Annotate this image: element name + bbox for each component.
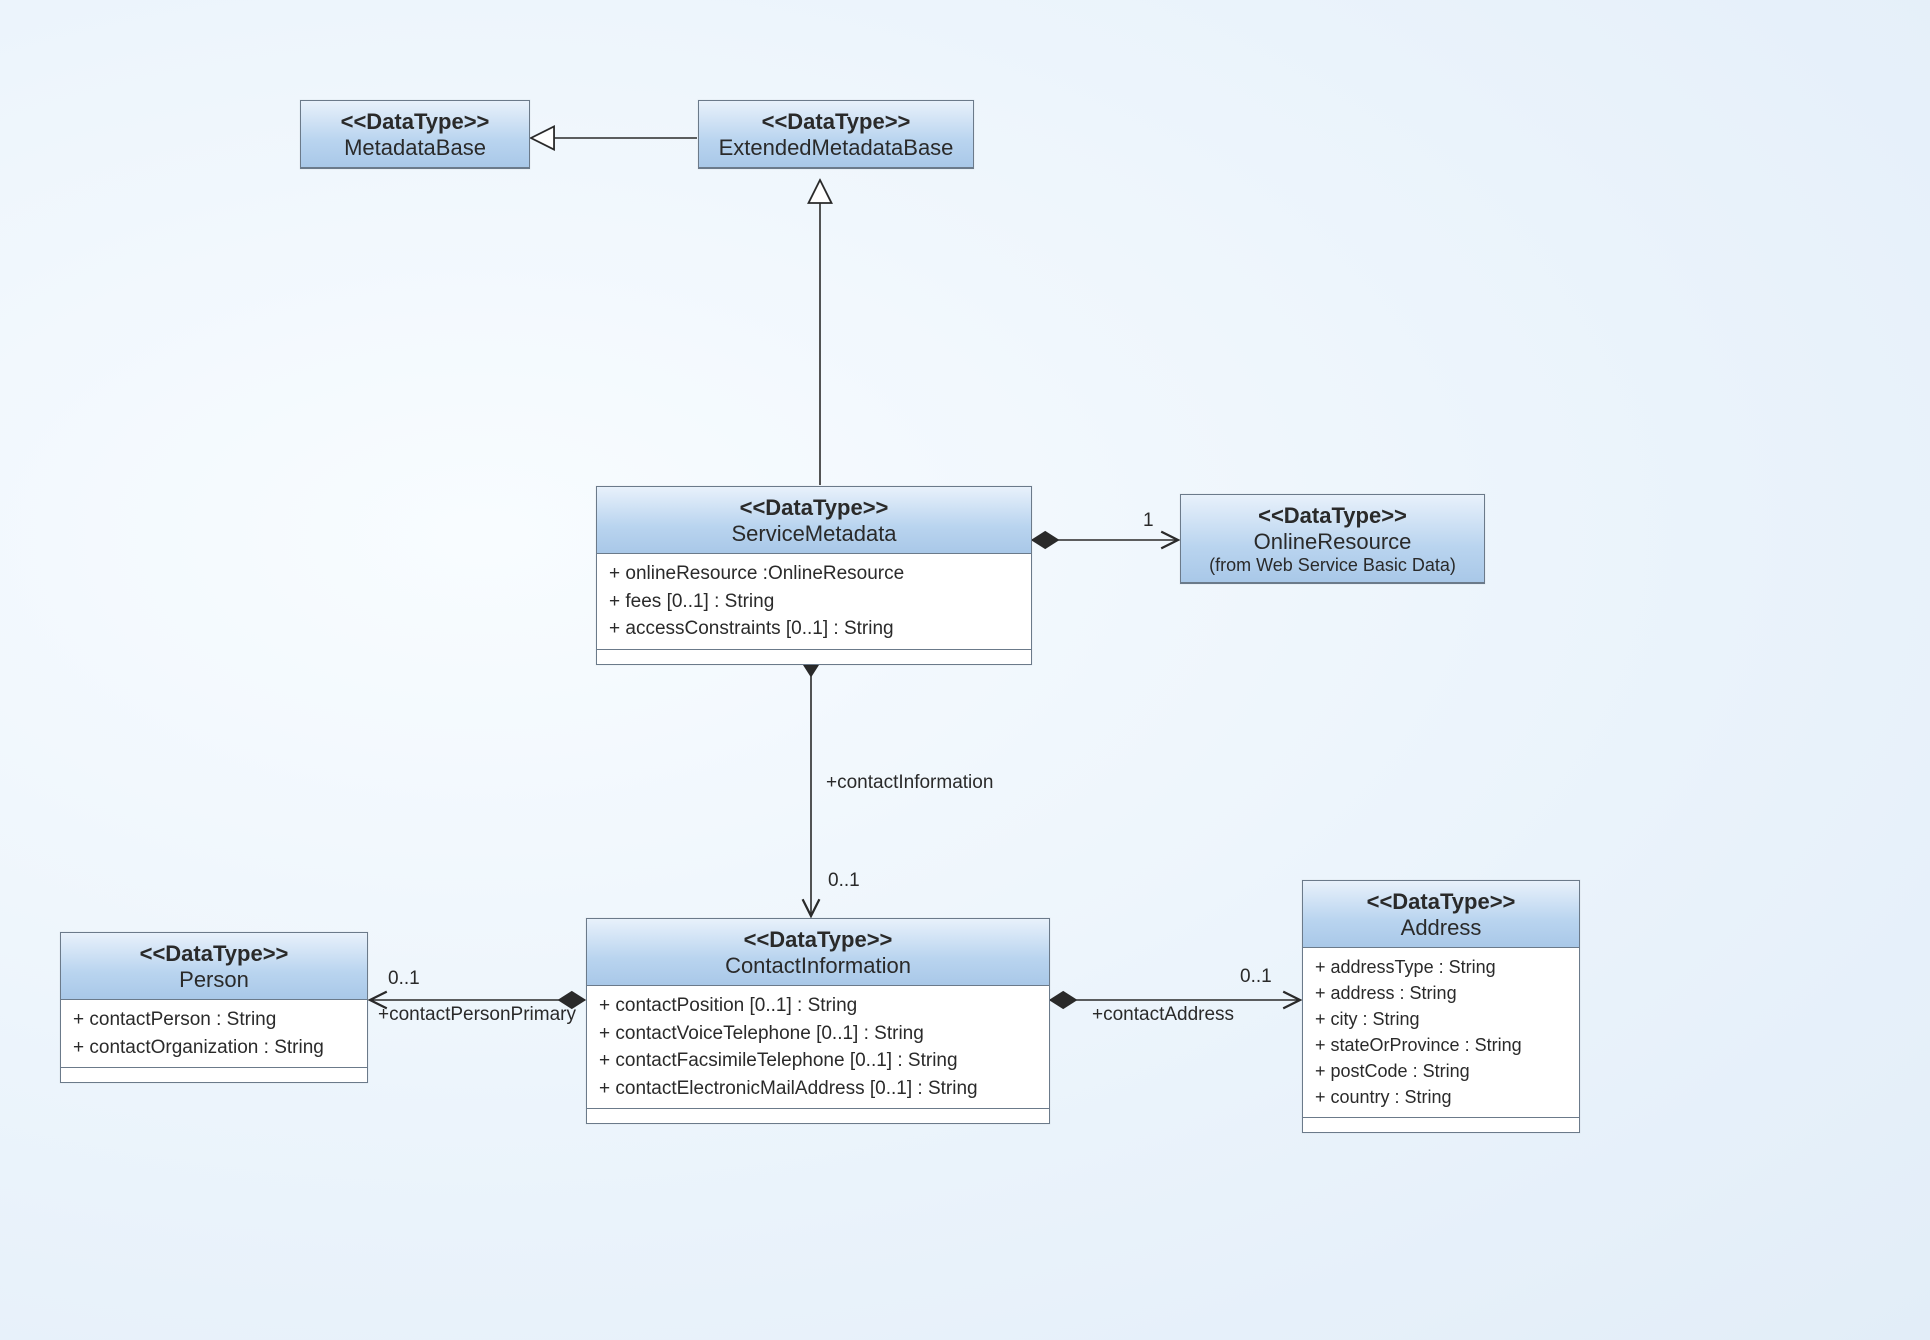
attr: + fees [0..1] : String — [609, 588, 1019, 616]
attr: + stateOrProvince : String — [1315, 1032, 1567, 1058]
class-person: <<DataType>> Person + contactPerson : St… — [60, 932, 368, 1083]
label-person-role: +contactPersonPrimary — [378, 1004, 576, 1026]
attr: + contactPosition [0..1] : String — [599, 992, 1037, 1020]
attr: + postCode : String — [1315, 1058, 1567, 1084]
attr: + contactOrganization : String — [73, 1034, 355, 1062]
stereotype: <<DataType>> — [601, 927, 1035, 953]
attr: + address : String — [1315, 980, 1567, 1006]
attr: + onlineResource :OnlineResource — [609, 560, 1019, 588]
label-address-mult: 0..1 — [1240, 966, 1272, 988]
class-name: OnlineResource — [1195, 529, 1470, 555]
attr: + accessConstraints [0..1] : String — [609, 615, 1019, 643]
class-metadatabase: <<DataType>> MetadataBase — [300, 100, 530, 169]
label-address-role: +contactAddress — [1092, 1004, 1234, 1026]
class-name: ServiceMetadata — [611, 521, 1017, 547]
class-address: <<DataType>> Address + addressType : Str… — [1302, 880, 1580, 1133]
connectors — [0, 0, 1930, 1340]
stereotype: <<DataType>> — [713, 109, 959, 135]
attr: + country : String — [1315, 1084, 1567, 1110]
stereotype: <<DataType>> — [315, 109, 515, 135]
class-extendedmetadatabase: <<DataType>> ExtendedMetadataBase — [698, 100, 974, 169]
class-name: ContactInformation — [601, 953, 1035, 979]
stereotype: <<DataType>> — [611, 495, 1017, 521]
attr: + contactPerson : String — [73, 1006, 355, 1034]
class-name: Person — [75, 967, 353, 993]
attr: + city : String — [1315, 1006, 1567, 1032]
stereotype: <<DataType>> — [75, 941, 353, 967]
class-name: MetadataBase — [315, 135, 515, 161]
attr: + addressType : String — [1315, 954, 1567, 980]
class-servicemetadata: <<DataType>> ServiceMetadata + onlineRes… — [596, 486, 1032, 665]
attr: + contactVoiceTelephone [0..1] : String — [599, 1020, 1037, 1048]
stereotype: <<DataType>> — [1317, 889, 1565, 915]
class-contactinformation: <<DataType>> ContactInformation + contac… — [586, 918, 1050, 1124]
label-onlineresource-mult: 1 — [1143, 510, 1154, 532]
label-contactinfo-role: +contactInformation — [826, 772, 993, 794]
class-name: Address — [1317, 915, 1565, 941]
label-person-mult: 0..1 — [388, 968, 420, 990]
class-sub: (from Web Service Basic Data) — [1195, 555, 1470, 576]
attr: + contactElectronicMailAddress [0..1] : … — [599, 1075, 1037, 1103]
class-name: ExtendedMetadataBase — [713, 135, 959, 161]
label-contactinfo-mult: 0..1 — [828, 870, 860, 892]
class-onlineresource: <<DataType>> OnlineResource (from Web Se… — [1180, 494, 1485, 584]
attr: + contactFacsimileTelephone [0..1] : Str… — [599, 1047, 1037, 1075]
stereotype: <<DataType>> — [1195, 503, 1470, 529]
